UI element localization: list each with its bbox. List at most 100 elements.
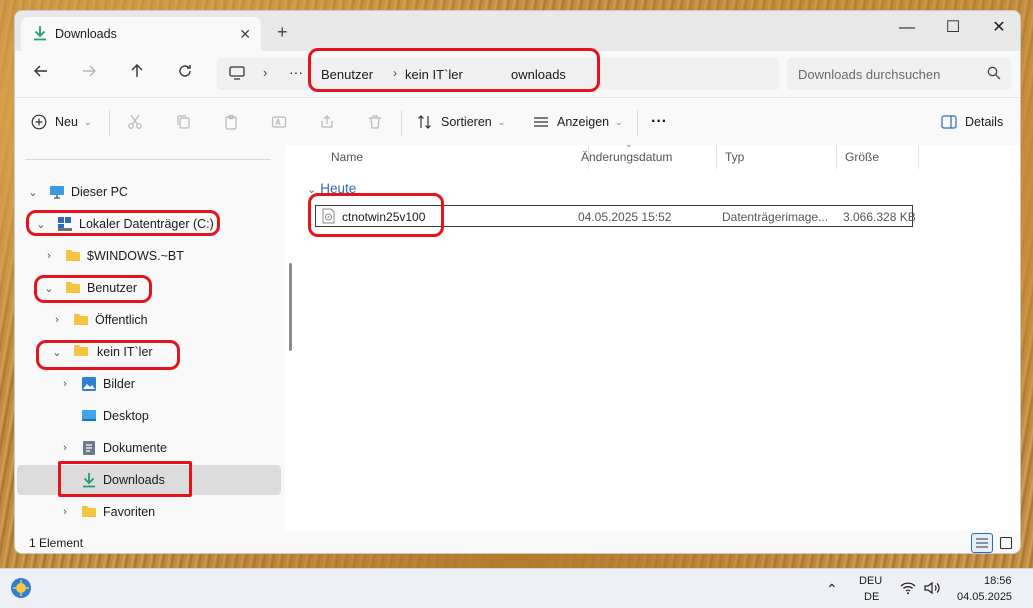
- sidebar-item-label: Bilder: [103, 377, 135, 391]
- details-pane-icon: [941, 115, 957, 129]
- tab-downloads[interactable]: Downloads ✕: [21, 17, 261, 51]
- sidebar-item-label: kein IT`ler: [97, 345, 153, 359]
- address-field[interactable]: › ··· Benutzer › kein IT`ler ownloads: [217, 58, 779, 90]
- close-window-button[interactable]: ✕: [977, 16, 1020, 40]
- forward-button[interactable]: [77, 63, 101, 85]
- chevron-right-icon[interactable]: ›: [59, 378, 71, 390]
- chevron-down-icon[interactable]: ⌄: [43, 282, 55, 295]
- sidebar-item-local-disk[interactable]: ⌄ Lokaler Datenträger (C:): [17, 209, 281, 239]
- new-button[interactable]: Neu ⌄: [31, 110, 91, 134]
- start-button[interactable]: [10, 577, 32, 602]
- drive-icon: [57, 216, 73, 232]
- minimize-button[interactable]: —: [885, 16, 929, 40]
- breadcrumb-user[interactable]: kein IT`ler: [405, 67, 463, 82]
- folder-icon: [65, 280, 81, 296]
- item-count: 1 Element: [29, 536, 84, 550]
- chevron-down-icon[interactable]: ⌄: [51, 346, 63, 359]
- folder-icon: [73, 312, 89, 328]
- chevron-down-icon[interactable]: ⌄: [27, 186, 39, 199]
- file-date: 04.05.2025 15:52: [578, 210, 672, 224]
- sidebar-item-dokumente[interactable]: › Dokumente: [17, 433, 281, 463]
- search-input[interactable]: Downloads durchsuchen: [787, 58, 1011, 90]
- maximize-button[interactable]: ☐: [931, 16, 975, 40]
- sidebar-item-label: Favoriten: [103, 505, 156, 519]
- breadcrumb-downloads[interactable]: ownloads: [511, 67, 566, 82]
- sidebar-item-label: Lokaler Datenträger (C:): [79, 217, 214, 231]
- more-options-button[interactable]: ···: [651, 110, 667, 134]
- clock-time[interactable]: 18:56: [984, 575, 1012, 587]
- sidebar-item-label: Öffentlich: [95, 313, 148, 327]
- copy-button[interactable]: [175, 110, 191, 134]
- up-button[interactable]: [125, 63, 149, 85]
- tab-close-button[interactable]: ✕: [239, 26, 251, 43]
- sidebar-item-oeffentlich[interactable]: › Öffentlich: [17, 305, 281, 335]
- tiles-view-button[interactable]: [999, 536, 1013, 553]
- group-header[interactable]: ⌄ Heute: [307, 181, 356, 196]
- cut-button[interactable]: [127, 110, 143, 134]
- sidebar-item-user-folder[interactable]: ⌄ kein IT`ler: [17, 337, 281, 367]
- separator: [109, 110, 110, 136]
- arrow-left-icon: [34, 65, 47, 77]
- rename-button[interactable]: [271, 110, 287, 134]
- rename-icon: [271, 116, 287, 128]
- sidebar-item-windows-bt[interactable]: › $WINDOWS.~BT: [17, 241, 281, 271]
- column-header-type[interactable]: Typ: [717, 145, 837, 169]
- volume-icon[interactable]: [924, 581, 940, 598]
- search-placeholder: Downloads durchsuchen: [798, 66, 941, 82]
- address-more-button[interactable]: ···: [289, 64, 303, 80]
- pane-scrollbar[interactable]: [289, 263, 292, 351]
- column-header-size[interactable]: Größe: [837, 145, 919, 169]
- sidebar-item-favoriten[interactable]: › Favoriten: [17, 497, 281, 527]
- disc-image-icon: [322, 208, 335, 227]
- new-tab-button[interactable]: +: [277, 22, 288, 43]
- clock-date[interactable]: 04.05.2025: [957, 591, 1012, 603]
- sun-start-icon: [11, 578, 31, 598]
- input-language[interactable]: DEU: [859, 575, 882, 587]
- sort-icon: [418, 115, 431, 129]
- share-button[interactable]: [319, 110, 335, 134]
- back-button[interactable]: [29, 63, 53, 85]
- sidebar-item-benutzer[interactable]: ⌄ Benutzer: [17, 273, 281, 303]
- scissors-icon: [128, 114, 142, 129]
- desktop-icon: [81, 408, 97, 424]
- sort-button[interactable]: Sortieren ⌄: [417, 110, 505, 134]
- share-icon: [321, 115, 333, 128]
- sidebar-item-label: Benutzer: [87, 281, 138, 295]
- chevron-down-icon[interactable]: ⌄: [35, 218, 47, 231]
- sidebar-item-bilder[interactable]: › Bilder: [17, 369, 281, 399]
- refresh-button[interactable]: [173, 63, 197, 85]
- chevron-right-icon[interactable]: ›: [43, 250, 55, 262]
- search-icon: [987, 66, 1001, 83]
- column-header-name[interactable]: Name: [323, 145, 589, 169]
- breadcrumb-benutzer[interactable]: Benutzer: [321, 67, 373, 82]
- status-bar: 1 Element: [15, 531, 1020, 553]
- sidebar-item-desktop[interactable]: Desktop: [17, 401, 281, 431]
- chevron-right-icon: ›: [263, 65, 268, 80]
- delete-button[interactable]: [367, 110, 383, 134]
- column-header-date[interactable]: Änderungsdatum: [573, 145, 717, 169]
- keyboard-layout[interactable]: DE: [864, 591, 879, 603]
- wifi-icon[interactable]: [900, 581, 916, 598]
- details-view-button[interactable]: [971, 533, 993, 553]
- sidebar-item-dieser-pc[interactable]: ⌄ Dieser PC: [17, 177, 281, 207]
- view-button[interactable]: Anzeigen ⌄: [533, 110, 623, 134]
- command-bar: Neu ⌄ Sortieren ⌄ Anzeigen ⌄ ··· Details: [15, 97, 1020, 145]
- sidebar-item-downloads[interactable]: Downloads: [17, 465, 281, 495]
- details-label: Details: [965, 115, 1004, 129]
- chevron-up-icon[interactable]: ⌃: [826, 581, 838, 598]
- sort-label: Sortieren: [441, 115, 492, 129]
- sidebar-item-label: $WINDOWS.~BT: [87, 249, 184, 263]
- sidebar-item-label: Downloads: [103, 473, 165, 487]
- file-size: 3.066.328 KB: [843, 210, 916, 224]
- list-view-icon: [976, 538, 988, 548]
- monitor-icon: [229, 66, 245, 83]
- chevron-right-icon[interactable]: ›: [59, 442, 71, 454]
- paste-button[interactable]: [223, 110, 239, 134]
- sidebar-item-label: Dokumente: [103, 441, 167, 455]
- chevron-right-icon[interactable]: ›: [59, 506, 71, 518]
- copy-icon: [177, 115, 190, 129]
- sidebar-item-label: Dieser PC: [71, 185, 128, 199]
- chevron-right-icon[interactable]: ›: [51, 314, 63, 326]
- details-button[interactable]: Details: [941, 110, 1003, 134]
- table-row[interactable]: ctnotwin25v100 04.05.2025 15:52 Datenträ…: [315, 205, 916, 227]
